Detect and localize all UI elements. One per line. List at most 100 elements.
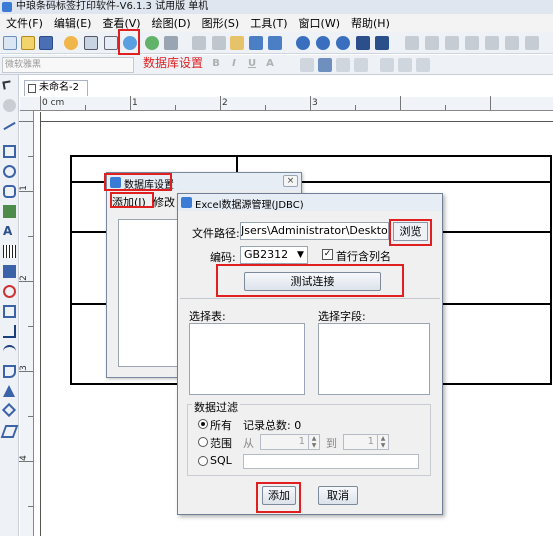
ruler-tick (490, 96, 491, 110)
ruler-tick (400, 96, 401, 110)
database-button-highlight (118, 29, 140, 55)
range-to-stepper[interactable]: 1 ▲ ▼ (343, 434, 389, 450)
cancel-button[interactable]: 取消 (318, 486, 358, 505)
filter-all-radio[interactable] (198, 419, 208, 429)
diamond-icon[interactable] (1, 402, 17, 418)
header-row-checkbox[interactable]: ✓ (322, 249, 333, 260)
app-icon (2, 2, 12, 12)
pan-icon[interactable] (3, 99, 16, 112)
tool-palette: A (0, 75, 19, 536)
menu-file[interactable]: 文件(F) (6, 15, 43, 31)
font-family-select[interactable]: 微软雅黑 (2, 57, 134, 73)
align-left-text-icon[interactable] (300, 58, 314, 72)
ruler-tick (28, 156, 33, 157)
title-bar: 中琅条码标签打印软件-V6.1.3 试用版 单机 (0, 0, 553, 14)
ruler-v-label-2: 2 (18, 275, 29, 281)
align-grid-icon[interactable] (356, 36, 370, 50)
stepper-arrows-icon[interactable]: ▲ ▼ (308, 435, 319, 449)
new-file-icon[interactable] (3, 36, 17, 50)
text-icon[interactable]: A (3, 225, 16, 238)
triangle-icon[interactable] (3, 385, 15, 397)
cut-icon[interactable] (192, 36, 206, 50)
ruler-tick (40, 96, 41, 110)
ruler-label-2: 2 (222, 98, 228, 108)
distribute-icon[interactable] (445, 36, 459, 50)
dialog-app-icon (181, 197, 192, 208)
print-icon[interactable] (84, 36, 98, 50)
filter-range-radio[interactable] (198, 437, 208, 447)
ungroup-icon[interactable] (485, 36, 499, 50)
range-to-label: 到 (326, 437, 337, 450)
sql-input[interactable] (243, 454, 419, 469)
rectangle-icon[interactable] (3, 145, 16, 158)
menu-help[interactable]: 帮助(H) (351, 15, 390, 31)
zoom-out-icon[interactable] (316, 36, 330, 50)
valign-top-icon[interactable] (380, 58, 394, 72)
print-preview-icon[interactable] (104, 36, 118, 50)
align-center-icon[interactable] (375, 36, 389, 50)
menu-window[interactable]: 窗口(W) (299, 15, 340, 31)
pointer-icon[interactable] (2, 80, 12, 90)
underline-button[interactable]: U (246, 58, 258, 71)
ellipse-icon[interactable] (3, 165, 16, 178)
polyline-icon[interactable] (3, 325, 16, 338)
align-left-icon[interactable] (405, 36, 419, 50)
align-right-text-icon[interactable] (336, 58, 350, 72)
same-width-icon[interactable] (505, 36, 519, 50)
line-icon[interactable] (3, 121, 16, 131)
parallelogram-icon[interactable] (0, 425, 19, 438)
zoom-in-icon[interactable] (296, 36, 310, 50)
curve-icon[interactable] (3, 345, 16, 358)
horizontal-ruler: 0 cm 1 2 3 (20, 96, 553, 111)
valign-bottom-icon[interactable] (416, 58, 430, 72)
chevron-down-icon[interactable]: ▼ (294, 247, 307, 263)
open-folder-icon[interactable] (21, 36, 35, 50)
record-total-label: 记录总数: 0 (243, 419, 302, 432)
align-right-icon[interactable] (425, 36, 439, 50)
justify-text-icon[interactable] (354, 58, 368, 72)
italic-button[interactable]: I (228, 58, 240, 71)
same-height-icon[interactable] (525, 36, 539, 50)
zoom-fit-icon[interactable] (336, 36, 350, 50)
document-tab[interactable]: 未命名-2 * (24, 80, 88, 107)
redo-icon[interactable] (268, 36, 282, 50)
field-list[interactable] (318, 323, 430, 395)
freehand-icon[interactable] (3, 365, 16, 378)
ruler-tick (265, 105, 266, 110)
filter-sql-radio[interactable] (198, 456, 208, 466)
image-icon[interactable] (3, 205, 16, 218)
grid-icon[interactable] (164, 36, 178, 50)
stepper-arrows-icon[interactable]: ▲ ▼ (377, 435, 388, 449)
edit-datasource-tab[interactable]: 修改 (153, 194, 175, 210)
paper-edge-top (40, 121, 553, 122)
close-icon[interactable]: × (283, 175, 298, 187)
save-icon[interactable] (39, 36, 53, 50)
menu-shape[interactable]: 图形(S) (202, 15, 240, 31)
paste-icon[interactable] (230, 36, 244, 50)
barcode-icon[interactable] (3, 245, 16, 258)
copy-icon[interactable] (212, 36, 226, 50)
range-from-stepper[interactable]: 1 ▲ ▼ (260, 434, 320, 450)
table-icon[interactable] (3, 305, 16, 318)
bold-button[interactable]: B (210, 58, 222, 71)
ruler-tick (28, 416, 33, 417)
menu-draw[interactable]: 绘图(D) (152, 15, 191, 31)
rounded-rect-icon[interactable] (3, 185, 16, 198)
menu-bar: 文件(F) 编辑(E) 查看(V) 绘图(D) 图形(S) 工具(T) 窗口(W… (0, 14, 553, 32)
group-icon[interactable] (465, 36, 479, 50)
align-center-text-icon[interactable] (318, 58, 332, 72)
arc-icon[interactable] (3, 285, 16, 298)
valign-middle-icon[interactable] (398, 58, 412, 72)
settings-icon[interactable] (64, 36, 78, 50)
ruler-tick (19, 121, 33, 122)
file-path-input[interactable]: Jsers\Administrator\Desktop\11.xls (240, 222, 389, 240)
database-title-highlight (104, 173, 172, 191)
font-color-button[interactable]: A (264, 58, 276, 71)
table-list[interactable] (189, 323, 305, 395)
undo-icon[interactable] (249, 36, 263, 50)
datasource-list[interactable] (118, 219, 184, 367)
menu-tools[interactable]: 工具(T) (250, 15, 287, 31)
qrcode-icon[interactable] (3, 265, 16, 278)
menu-edit[interactable]: 编辑(E) (54, 15, 92, 31)
globe-icon[interactable] (145, 36, 159, 50)
